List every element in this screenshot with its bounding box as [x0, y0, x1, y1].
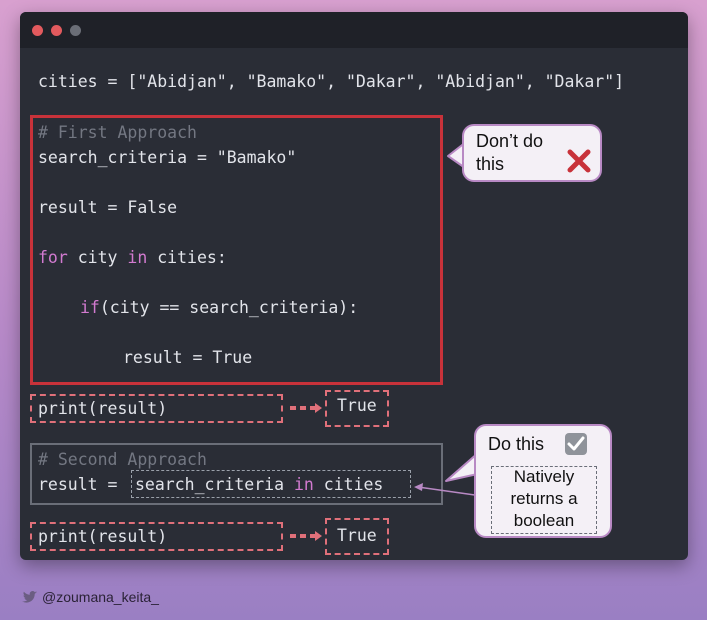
note-line-3: boolean — [513, 511, 575, 530]
expr-right: cities — [313, 475, 384, 494]
checkmark-box-icon — [565, 433, 587, 455]
code-line-second-result: result = — [38, 475, 128, 494]
code-line-second-expr: search_criteria in cities — [135, 475, 383, 495]
code-line-print-2: print(result) — [38, 527, 168, 546]
for-iterable: cities: — [147, 248, 227, 267]
note-line-1: Natively — [513, 467, 575, 486]
twitter-bird-icon — [22, 591, 37, 603]
in-keyword: in — [127, 248, 148, 267]
author-handle: @zoumana_keita_ — [22, 588, 159, 605]
note-line-2: returns a — [510, 489, 578, 508]
expr-left: search_criteria — [135, 475, 294, 494]
maximize-dot[interactable] — [70, 25, 81, 36]
code-line-cities: cities = ["Abidjan", "Bamako", "Dakar", … — [38, 72, 625, 91]
do-this-callout: Do this Natively returns a boolean — [474, 424, 612, 538]
second-approach-comment: # Second Approach — [38, 450, 207, 469]
code-line-if: if(city == search_criteria): — [80, 298, 358, 318]
dont-line-2: this — [476, 154, 505, 174]
output-value-2: True — [337, 526, 377, 545]
code-line-criteria: search_criteria = "Bamako" — [38, 148, 297, 167]
code-line-for: for city in cities: — [38, 248, 227, 268]
if-condition: (city == search_criteria): — [99, 298, 359, 317]
code-line-result-true: result = True — [123, 348, 253, 367]
output-arrow-1 — [290, 406, 316, 410]
dont-do-callout: Don’t do this — [462, 124, 602, 182]
output-arrowhead-2 — [315, 531, 322, 541]
for-keyword: for — [38, 248, 68, 267]
for-variable: city — [67, 248, 128, 267]
do-this-text: Do this — [488, 434, 545, 454]
first-approach-comment: # First Approach — [38, 123, 197, 142]
code-line-result-false: result = False — [38, 198, 178, 217]
red-x-icon — [567, 149, 591, 173]
window-titlebar — [20, 12, 688, 48]
minimize-dot[interactable] — [51, 25, 62, 36]
output-arrow-2 — [290, 534, 316, 538]
dont-line-1: Don’t do — [476, 131, 544, 151]
code-line-print-1: print(result) — [38, 399, 168, 418]
output-arrowhead-1 — [315, 403, 322, 413]
output-value-1: True — [337, 396, 377, 415]
if-keyword: if — [80, 298, 100, 317]
expr-in-keyword: in — [293, 475, 314, 494]
close-dot[interactable] — [32, 25, 43, 36]
author-handle-text[interactable]: @zoumana_keita_ — [42, 589, 159, 605]
